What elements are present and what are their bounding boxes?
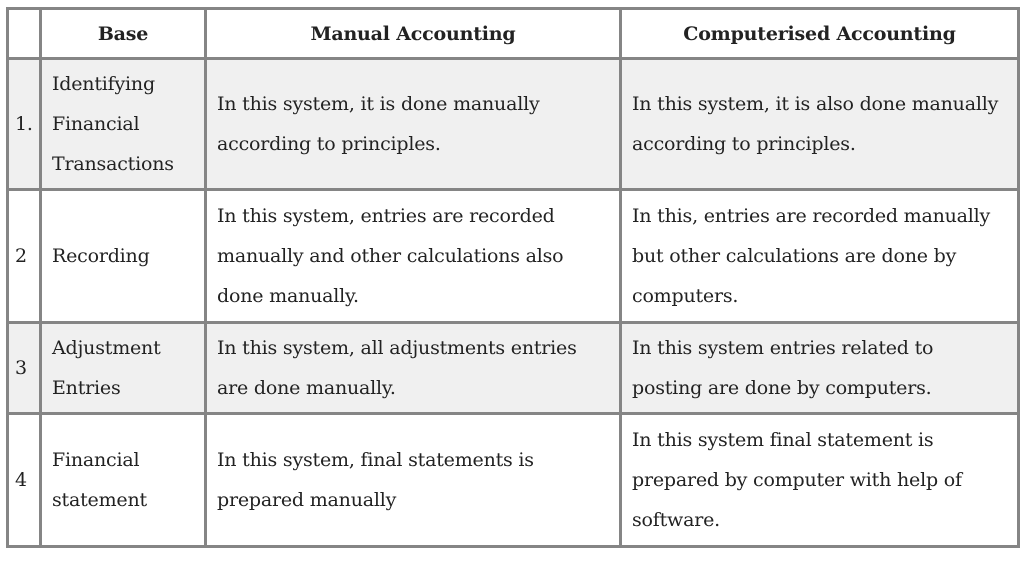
header-base: Base	[39, 7, 207, 60]
comparison-table: Base Manual Accounting Computerised Acco…	[6, 7, 1020, 548]
header-computerised-accounting: Computerised Accounting	[619, 7, 1020, 60]
row-number: 4	[6, 412, 42, 548]
row-manual: In this system, final statements is prep…	[204, 412, 622, 548]
row-base: Financial statement	[39, 412, 207, 548]
row-number: 1.	[6, 57, 42, 191]
row-manual: In this system, it is done manually acco…	[204, 57, 622, 191]
row-computerised: In this system, it is also done manually…	[619, 57, 1020, 191]
table-row: 3 Adjustment Entries In this system, all…	[6, 321, 1020, 415]
row-manual: In this system, all adjustments entries …	[204, 321, 622, 415]
row-base: Identifying Financial Transactions	[39, 57, 207, 191]
row-number: 2	[6, 188, 42, 324]
row-base: Recording	[39, 188, 207, 324]
row-number: 3	[6, 321, 42, 415]
table-row: 4 Financial statement In this system, fi…	[6, 412, 1020, 548]
table-row: 2 Recording In this system, entries are …	[6, 188, 1020, 324]
table-row: 1. Identifying Financial Transactions In…	[6, 57, 1020, 191]
header-number	[6, 7, 42, 60]
row-base: Adjustment Entries	[39, 321, 207, 415]
header-manual-accounting: Manual Accounting	[204, 7, 622, 60]
row-manual: In this system, entries are recorded man…	[204, 188, 622, 324]
row-computerised: In this system final statement is prepar…	[619, 412, 1020, 548]
row-computerised: In this system entries related to postin…	[619, 321, 1020, 415]
header-row: Base Manual Accounting Computerised Acco…	[6, 7, 1020, 60]
row-computerised: In this, entries are recorded manually b…	[619, 188, 1020, 324]
